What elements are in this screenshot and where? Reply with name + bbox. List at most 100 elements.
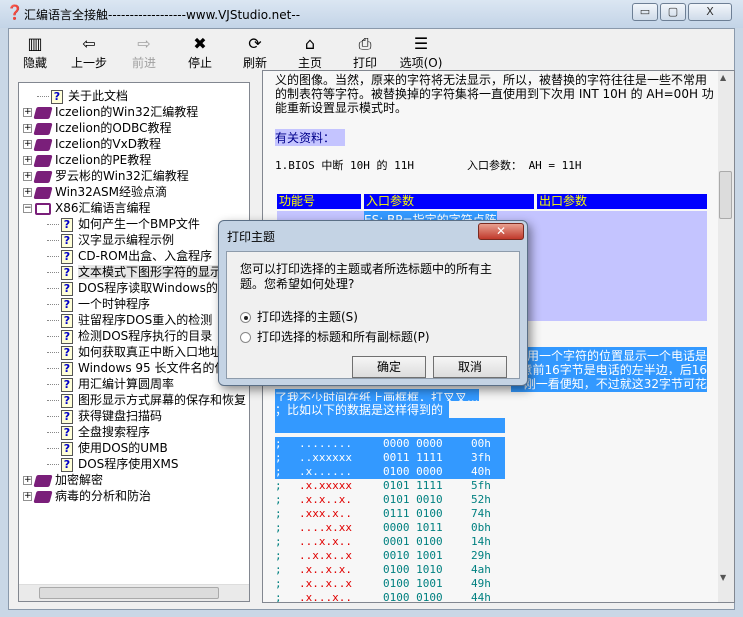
- tree-item[interactable]: ? 关于此文档: [23, 88, 128, 104]
- window-title: 汇编语言全接触------------------www.VJStudio.ne…: [24, 8, 301, 22]
- toolbar-button-7[interactable]: ☰ 选项(O): [394, 34, 448, 71]
- scroll-up-icon[interactable]: ▲: [720, 73, 726, 82]
- tree-item[interactable]: ? 一个时钟程序: [47, 296, 150, 312]
- scroll-thumb[interactable]: [39, 587, 219, 599]
- open-book-icon: [35, 202, 51, 215]
- comment-marker: ;: [275, 437, 282, 450]
- help-page-icon: ?: [61, 265, 73, 280]
- hex-value: 52h: [471, 493, 491, 506]
- tree-item[interactable]: ? 如何获取真正中断入口地址: [47, 344, 222, 360]
- toolbar-label: 前进: [131, 56, 156, 70]
- ok-button[interactable]: 确定: [352, 356, 426, 378]
- tree-item[interactable]: ? CD-ROM出盒、入盒程序: [47, 248, 212, 264]
- cancel-button[interactable]: 取消: [433, 356, 507, 378]
- dialog-message: 您可以打印选择的主题或者所选标题中的所有主 题。您希望如何处理?: [240, 262, 492, 292]
- tree-item-label: 文本模式下图形字符的显示: [78, 265, 223, 279]
- bit-pattern: .x..x.x.: [299, 563, 352, 576]
- comment-marker: ;: [275, 493, 282, 506]
- option-print-heading-and-subtopics[interactable]: 打印选择的标题和所有副标题(P): [240, 328, 430, 345]
- dialog-close-button[interactable]: ✕: [478, 223, 524, 240]
- data-row: ; .x...x.. 0100 0100 44h: [275, 591, 505, 603]
- tree-item[interactable]: + 罗云彬的Win32汇编教程: [23, 168, 189, 184]
- binary-value: 0101 0010: [383, 493, 443, 506]
- toolbar-label: 刷新: [242, 56, 267, 70]
- toolbar-button-6[interactable]: ⎙ 打印: [338, 34, 392, 71]
- radio-selected[interactable]: [240, 312, 251, 323]
- option-print-selected-topic[interactable]: 打印选择的主题(S): [240, 308, 358, 325]
- minimize-button[interactable]: ▭: [632, 3, 658, 21]
- toolbar-button-5[interactable]: ⌂ 主页: [283, 34, 337, 71]
- tree-item-label: 如何产生一个BMP文件: [78, 217, 200, 231]
- expand-icon[interactable]: +: [23, 124, 32, 133]
- expand-icon[interactable]: +: [23, 108, 32, 117]
- maximize-button[interactable]: ▢: [660, 3, 686, 21]
- tree-item[interactable]: ? 获得键盘扫描码: [47, 408, 162, 424]
- tree-item[interactable]: ? 汉字显示编程示例: [47, 232, 174, 248]
- tree-item-label: Win32ASM经验点滴: [55, 185, 167, 199]
- scroll-down-icon[interactable]: ▼: [720, 573, 726, 582]
- bit-pattern: ..x.x..x: [299, 549, 352, 562]
- comment-marker: ;: [275, 451, 282, 464]
- book-icon: [33, 138, 53, 151]
- tree-item[interactable]: ? 文本模式下图形字符的显示: [47, 264, 223, 280]
- tree-item[interactable]: + 病毒的分析和防治: [23, 488, 151, 504]
- tree-item-label: Iczelion的PE教程: [55, 153, 152, 167]
- toolbar-label: 主页: [297, 56, 322, 70]
- dialog-message-line: 您可以打印选择的主题或者所选标题中的所有主: [240, 262, 493, 276]
- help-page-icon: ?: [61, 249, 73, 264]
- horizontal-scrollbar[interactable]: [19, 584, 249, 601]
- help-page-icon: ?: [61, 393, 73, 408]
- binary-value: 0000 1011: [383, 521, 443, 534]
- help-page-icon: ?: [61, 425, 73, 440]
- tree-item[interactable]: ? DOS程序使用XMS: [47, 456, 179, 472]
- reference-line: 1.BIOS 中断 10H 的 11H 入口参数： AH = 11H: [275, 159, 582, 172]
- data-row: ; ..x.x..x 0010 1001 29h: [275, 549, 505, 563]
- radio-unselected[interactable]: [240, 332, 251, 343]
- tree-item[interactable]: ? 全盘搜索程序: [47, 424, 150, 440]
- bit-pattern: ..xxxxxx: [299, 451, 352, 464]
- tree-item[interactable]: ? 用汇编计算圆周率: [47, 376, 174, 392]
- help-page-icon: ?: [61, 297, 73, 312]
- help-page-icon: ?: [61, 313, 73, 328]
- expand-icon[interactable]: +: [23, 172, 32, 181]
- expand-icon[interactable]: +: [23, 476, 32, 485]
- binary-value: 0100 0100: [383, 591, 443, 603]
- tree-item[interactable]: + Win32ASM经验点滴: [23, 184, 167, 200]
- binary-value: 0100 1010: [383, 563, 443, 576]
- tree-item[interactable]: − X86汇编语言编程: [23, 200, 151, 216]
- expand-icon[interactable]: +: [23, 156, 32, 165]
- tree-item[interactable]: ? 如何产生一个BMP文件: [47, 216, 200, 232]
- data-row: ; .xxx.x.. 0111 0100 74h: [275, 507, 505, 521]
- options-icon: ☰: [413, 34, 429, 53]
- collapse-icon[interactable]: −: [23, 204, 32, 213]
- help-page-icon: ?: [61, 281, 73, 296]
- vertical-scrollbar[interactable]: ▲ ▼: [718, 71, 734, 602]
- expand-icon[interactable]: +: [23, 188, 32, 197]
- contents-tree[interactable]: ? 关于此文档 + Iczelion的Win32汇编教程 + Iczelion的ODBC教…: [18, 82, 250, 602]
- tree-item[interactable]: + Iczelion的PE教程: [23, 152, 151, 168]
- toolbar-button-4[interactable]: ⟳ 刷新: [228, 34, 282, 71]
- toolbar-button-1[interactable]: ⇦ 上一步: [62, 34, 116, 71]
- option-label: 打印选择的主题(S): [257, 310, 358, 324]
- tree-item-label: 获得键盘扫描码: [78, 409, 163, 423]
- expand-icon[interactable]: +: [23, 492, 32, 501]
- comment-marker: ;: [275, 577, 282, 590]
- expand-icon[interactable]: +: [23, 140, 32, 149]
- tree-item[interactable]: ? 驻留程序DOS重入的检测: [47, 312, 212, 328]
- toolbar-button-3[interactable]: ✖ 停止: [173, 34, 227, 71]
- tree-item-label: Iczelion的VxD教程: [55, 137, 161, 151]
- tree-item[interactable]: + Iczelion的ODBC教程: [23, 120, 172, 136]
- close-button[interactable]: X: [688, 3, 732, 21]
- tree-item-label: 加密解密: [55, 473, 104, 487]
- toolbar-button-0[interactable]: ▥ 隐藏: [8, 34, 62, 71]
- tree-item[interactable]: + Iczelion的Win32汇编教程: [23, 104, 198, 120]
- toolbar-label: 停止: [187, 56, 212, 70]
- scroll-thumb[interactable]: [719, 171, 732, 219]
- tree-item[interactable]: + 加密解密: [23, 472, 103, 488]
- tree-item[interactable]: ? 图形显示方式屏幕的保存和恢复: [47, 392, 246, 408]
- tree-item[interactable]: ? 使用DOS的UMB: [47, 440, 168, 456]
- tree-item[interactable]: ? Windows 95 长文件名的使用: [47, 360, 238, 376]
- toolbar-button-2[interactable]: ⇨ 前进: [117, 34, 171, 71]
- tree-item[interactable]: ? 检测DOS程序执行的目录: [47, 328, 212, 344]
- tree-item[interactable]: + Iczelion的VxD教程: [23, 136, 161, 152]
